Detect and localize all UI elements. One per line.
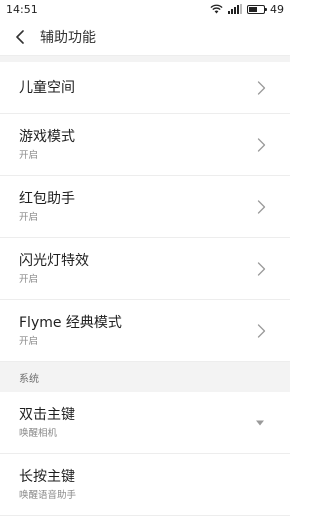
page-title: 辅助功能	[40, 29, 96, 46]
item-title: 儿童空间	[19, 79, 75, 96]
list-item-flash-effect[interactable]: 闪光灯特效 开启	[0, 238, 290, 300]
item-title: 闪光灯特效	[19, 252, 89, 269]
dropdown-arrow-icon	[256, 420, 264, 425]
battery-icon	[247, 4, 267, 14]
list-item-double-tap-home[interactable]: 双击主键 唤醒相机	[0, 392, 290, 454]
item-subtitle: 开启	[19, 211, 39, 223]
item-title: 红包助手	[19, 190, 75, 207]
chevron-right-icon	[257, 137, 266, 152]
chevron-left-icon	[16, 29, 24, 44]
signal-icon	[228, 4, 242, 14]
list-item-flyme-classic[interactable]: Flyme 经典模式 开启	[0, 300, 290, 362]
item-title: 双击主键	[19, 406, 75, 423]
item-title: 游戏模式	[19, 128, 75, 145]
list-item-long-press-home[interactable]: 长按主键 唤醒语音助手	[0, 454, 290, 516]
list-item-red-packet[interactable]: 红包助手 开启	[0, 176, 290, 238]
item-title: Flyme 经典模式	[19, 314, 122, 331]
chevron-right-icon	[257, 80, 266, 95]
item-subtitle: 开启	[19, 335, 39, 347]
status-bar: 14:51 49	[0, 0, 290, 18]
list-item-game-mode[interactable]: 游戏模式 开启	[0, 114, 290, 176]
status-time: 14:51	[6, 2, 38, 16]
item-subtitle: 唤醒相机	[19, 427, 58, 439]
chevron-right-icon	[257, 199, 266, 214]
back-button[interactable]	[0, 18, 40, 56]
status-icons: 49	[210, 3, 284, 16]
list-item-kids-space[interactable]: 儿童空间	[0, 62, 290, 114]
item-subtitle: 开启	[19, 273, 39, 285]
settings-list: 儿童空间 游戏模式 开启 红包助手 开启 闪光灯特效 开启 Flyme 经典模式…	[0, 56, 290, 516]
item-subtitle: 唤醒语音助手	[19, 489, 77, 501]
chevron-right-icon	[257, 261, 266, 276]
battery-level: 49	[270, 2, 284, 16]
item-title: 长按主键	[19, 468, 75, 485]
chevron-right-icon	[257, 323, 266, 338]
item-subtitle: 开启	[19, 149, 39, 161]
header: 辅助功能	[0, 18, 290, 56]
section-label-system: 系统	[0, 362, 290, 392]
wifi-icon	[210, 4, 223, 14]
